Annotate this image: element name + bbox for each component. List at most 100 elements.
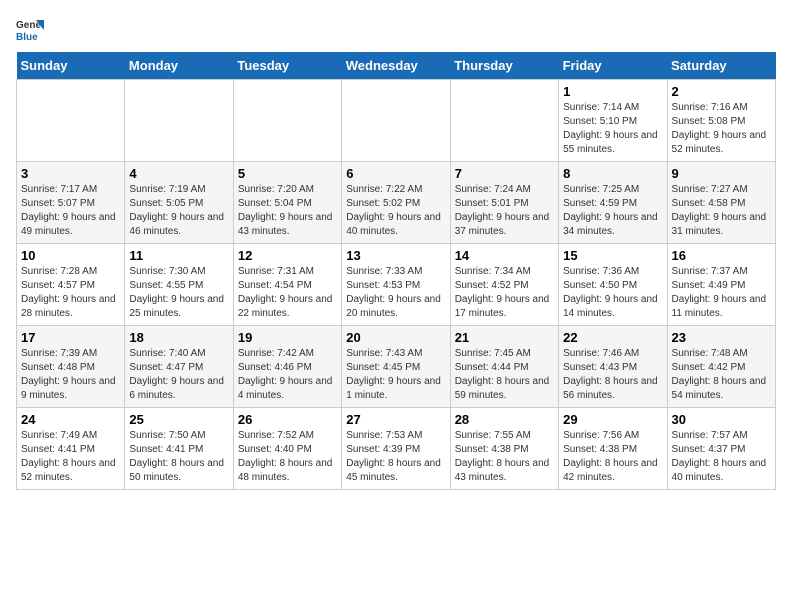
day-number: 18 xyxy=(129,330,228,345)
day-info: Sunrise: 7:52 AM Sunset: 4:40 PM Dayligh… xyxy=(238,429,337,485)
weekday-header-monday: Monday xyxy=(125,52,233,80)
weekday-header-saturday: Saturday xyxy=(667,52,775,80)
day-number: 7 xyxy=(455,166,554,181)
day-number: 20 xyxy=(346,330,445,345)
day-number: 22 xyxy=(563,330,662,345)
day-number: 26 xyxy=(238,412,337,427)
calendar-cell: 3 Sunrise: 7:17 AM Sunset: 5:07 PM Daylig… xyxy=(17,162,125,244)
day-number: 2 xyxy=(672,84,771,99)
calendar-cell: 21 Sunrise: 7:45 AM Sunset: 4:44 PM Dayli… xyxy=(450,326,558,408)
day-info: Sunrise: 7:30 AM Sunset: 4:55 PM Dayligh… xyxy=(129,265,228,321)
day-info: Sunrise: 7:43 AM Sunset: 4:45 PM Dayligh… xyxy=(346,347,445,403)
day-info: Sunrise: 7:55 AM Sunset: 4:38 PM Dayligh… xyxy=(455,429,554,485)
calendar-cell: 2 Sunrise: 7:16 AM Sunset: 5:08 PM Daylig… xyxy=(667,80,775,162)
calendar-week-3: 10Sunrise: 7:28 AM Sunset: 4:57 PM Dayli… xyxy=(17,244,776,326)
day-info: Sunrise: 7:16 AM Sunset: 5:08 PM Dayligh… xyxy=(672,101,771,157)
calendar-cell: 15 Sunrise: 7:36 AM Sunset: 4:50 PM Dayli… xyxy=(559,244,667,326)
logo: General Blue xyxy=(16,16,48,44)
day-number: 17 xyxy=(21,330,120,345)
day-number: 6 xyxy=(346,166,445,181)
day-info: Sunrise: 7:50 AM Sunset: 4:41 PM Dayligh… xyxy=(129,429,228,485)
day-number: 23 xyxy=(672,330,771,345)
day-info: Sunrise: 7:37 AM Sunset: 4:49 PM Dayligh… xyxy=(672,265,771,321)
day-info: Sunrise: 7:19 AM Sunset: 5:05 PM Dayligh… xyxy=(129,183,228,239)
calendar-cell: 13 Sunrise: 7:33 AM Sunset: 4:53 PM Dayli… xyxy=(342,244,450,326)
calendar-cell: 26 Sunrise: 7:52 AM Sunset: 4:40 PM Dayli… xyxy=(233,408,341,490)
day-info: Sunrise: 7:46 AM Sunset: 4:43 PM Dayligh… xyxy=(563,347,662,403)
day-number: 14 xyxy=(455,248,554,263)
calendar-cell: 23Sunrise: 7:48 AM Sunset: 4:42 PM Dayli… xyxy=(667,326,775,408)
day-number: 27 xyxy=(346,412,445,427)
svg-text:Blue: Blue xyxy=(16,32,38,43)
weekday-header-friday: Friday xyxy=(559,52,667,80)
day-number: 15 xyxy=(563,248,662,263)
day-info: Sunrise: 7:34 AM Sunset: 4:52 PM Dayligh… xyxy=(455,265,554,321)
calendar-cell: 4 Sunrise: 7:19 AM Sunset: 5:05 PM Daylig… xyxy=(125,162,233,244)
calendar-cell: 25 Sunrise: 7:50 AM Sunset: 4:41 PM Dayli… xyxy=(125,408,233,490)
day-number: 21 xyxy=(455,330,554,345)
calendar-cell: 8 Sunrise: 7:25 AM Sunset: 4:59 PM Daylig… xyxy=(559,162,667,244)
day-number: 16 xyxy=(672,248,771,263)
logo-icon: General Blue xyxy=(16,16,44,44)
day-info: Sunrise: 7:14 AM Sunset: 5:10 PM Dayligh… xyxy=(563,101,662,157)
calendar-cell: 5Sunrise: 7:20 AM Sunset: 5:04 PM Daylig… xyxy=(233,162,341,244)
calendar-cell: 19 Sunrise: 7:42 AM Sunset: 4:46 PM Dayli… xyxy=(233,326,341,408)
day-number: 24 xyxy=(21,412,120,427)
calendar-week-5: 24Sunrise: 7:49 AM Sunset: 4:41 PM Dayli… xyxy=(17,408,776,490)
calendar-cell: 14 Sunrise: 7:34 AM Sunset: 4:52 PM Dayli… xyxy=(450,244,558,326)
day-number: 3 xyxy=(21,166,120,181)
day-number: 4 xyxy=(129,166,228,181)
calendar-cell: 10Sunrise: 7:28 AM Sunset: 4:57 PM Dayli… xyxy=(17,244,125,326)
day-info: Sunrise: 7:36 AM Sunset: 4:50 PM Dayligh… xyxy=(563,265,662,321)
calendar-cell xyxy=(342,80,450,162)
calendar-cell: 12 Sunrise: 7:31 AM Sunset: 4:54 PM Dayli… xyxy=(233,244,341,326)
calendar-cell xyxy=(17,80,125,162)
day-number: 5 xyxy=(238,166,337,181)
calendar-cell: 29Sunrise: 7:56 AM Sunset: 4:38 PM Dayli… xyxy=(559,408,667,490)
day-number: 30 xyxy=(672,412,771,427)
day-number: 8 xyxy=(563,166,662,181)
day-info: Sunrise: 7:53 AM Sunset: 4:39 PM Dayligh… xyxy=(346,429,445,485)
calendar-week-1: 1 Sunrise: 7:14 AM Sunset: 5:10 PM Daylig… xyxy=(17,80,776,162)
day-info: Sunrise: 7:39 AM Sunset: 4:48 PM Dayligh… xyxy=(21,347,120,403)
calendar-week-2: 3 Sunrise: 7:17 AM Sunset: 5:07 PM Daylig… xyxy=(17,162,776,244)
day-info: Sunrise: 7:31 AM Sunset: 4:54 PM Dayligh… xyxy=(238,265,337,321)
day-info: Sunrise: 7:45 AM Sunset: 4:44 PM Dayligh… xyxy=(455,347,554,403)
calendar-cell: 1 Sunrise: 7:14 AM Sunset: 5:10 PM Daylig… xyxy=(559,80,667,162)
calendar-cell: 24Sunrise: 7:49 AM Sunset: 4:41 PM Dayli… xyxy=(17,408,125,490)
calendar-cell: 16 Sunrise: 7:37 AM Sunset: 4:49 PM Dayli… xyxy=(667,244,775,326)
weekday-header-thursday: Thursday xyxy=(450,52,558,80)
calendar-body: 1 Sunrise: 7:14 AM Sunset: 5:10 PM Daylig… xyxy=(17,80,776,490)
day-info: Sunrise: 7:57 AM Sunset: 4:37 PM Dayligh… xyxy=(672,429,771,485)
day-number: 12 xyxy=(238,248,337,263)
day-number: 13 xyxy=(346,248,445,263)
day-info: Sunrise: 7:25 AM Sunset: 4:59 PM Dayligh… xyxy=(563,183,662,239)
day-number: 1 xyxy=(563,84,662,99)
calendar-cell: 27 Sunrise: 7:53 AM Sunset: 4:39 PM Dayli… xyxy=(342,408,450,490)
day-info: Sunrise: 7:22 AM Sunset: 5:02 PM Dayligh… xyxy=(346,183,445,239)
calendar-cell xyxy=(233,80,341,162)
day-info: Sunrise: 7:33 AM Sunset: 4:53 PM Dayligh… xyxy=(346,265,445,321)
calendar-cell: 18 Sunrise: 7:40 AM Sunset: 4:47 PM Dayli… xyxy=(125,326,233,408)
day-info: Sunrise: 7:42 AM Sunset: 4:46 PM Dayligh… xyxy=(238,347,337,403)
day-number: 19 xyxy=(238,330,337,345)
day-number: 28 xyxy=(455,412,554,427)
day-number: 11 xyxy=(129,248,228,263)
day-number: 9 xyxy=(672,166,771,181)
weekday-header-sunday: Sunday xyxy=(17,52,125,80)
day-info: Sunrise: 7:27 AM Sunset: 4:58 PM Dayligh… xyxy=(672,183,771,239)
calendar-cell: 7Sunrise: 7:24 AM Sunset: 5:01 PM Daylig… xyxy=(450,162,558,244)
day-info: Sunrise: 7:56 AM Sunset: 4:38 PM Dayligh… xyxy=(563,429,662,485)
calendar-cell: 9 Sunrise: 7:27 AM Sunset: 4:58 PM Daylig… xyxy=(667,162,775,244)
calendar-cell: 17 Sunrise: 7:39 AM Sunset: 4:48 PM Dayli… xyxy=(17,326,125,408)
calendar-cell: 11 Sunrise: 7:30 AM Sunset: 4:55 PM Dayli… xyxy=(125,244,233,326)
header: General Blue xyxy=(16,16,776,44)
day-info: Sunrise: 7:40 AM Sunset: 4:47 PM Dayligh… xyxy=(129,347,228,403)
calendar-table: SundayMondayTuesdayWednesdayThursdayFrid… xyxy=(16,52,776,490)
calendar-cell: 28 Sunrise: 7:55 AM Sunset: 4:38 PM Dayli… xyxy=(450,408,558,490)
calendar-week-4: 17 Sunrise: 7:39 AM Sunset: 4:48 PM Dayli… xyxy=(17,326,776,408)
day-info: Sunrise: 7:17 AM Sunset: 5:07 PM Dayligh… xyxy=(21,183,120,239)
day-number: 25 xyxy=(129,412,228,427)
calendar-cell: 22 Sunrise: 7:46 AM Sunset: 4:43 PM Dayli… xyxy=(559,326,667,408)
calendar-cell xyxy=(125,80,233,162)
